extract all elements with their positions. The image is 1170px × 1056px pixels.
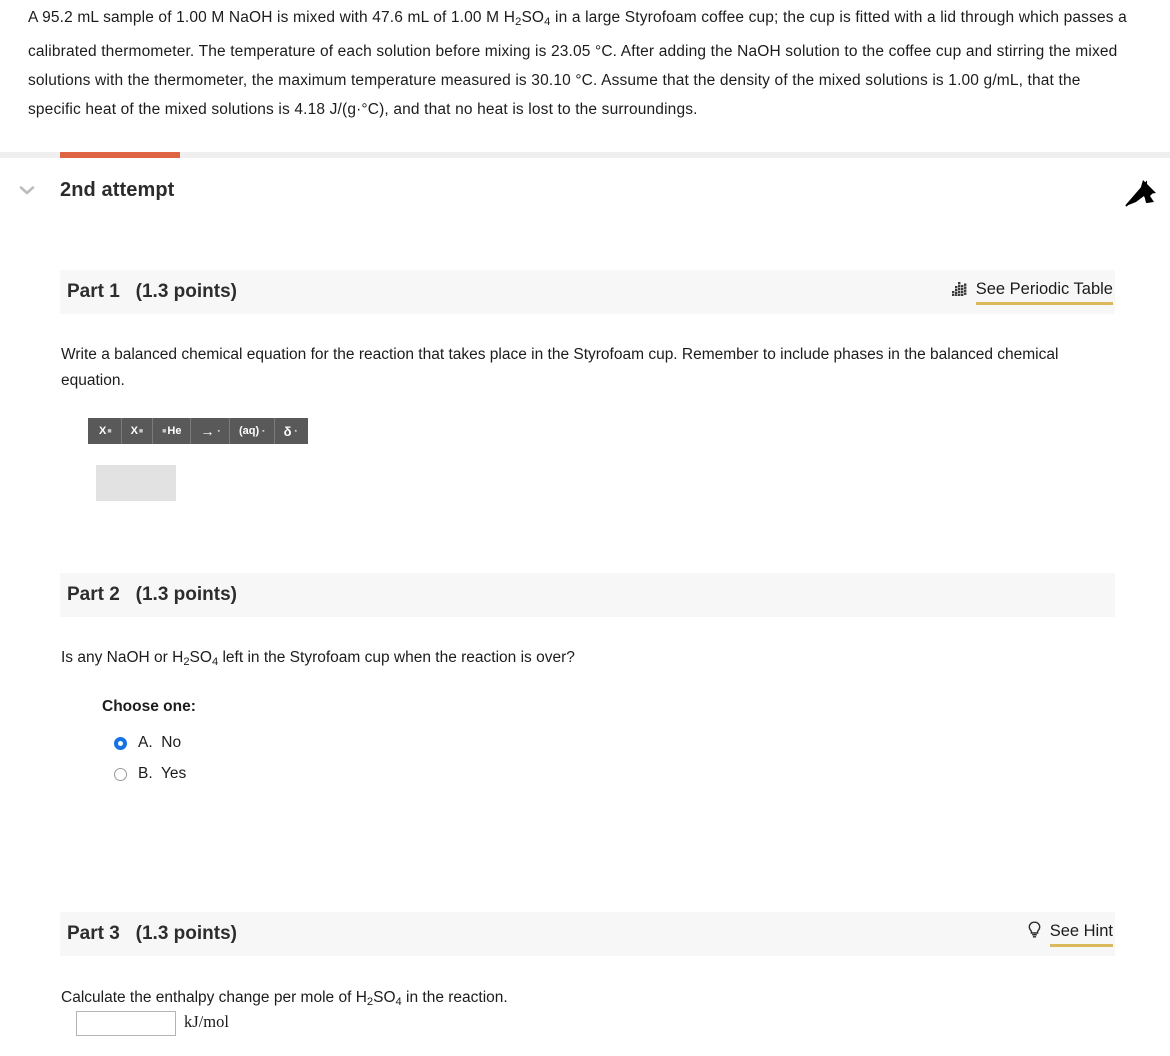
- part-1-question: Write a balanced chemical equation for t…: [61, 346, 1059, 389]
- lightbulb-icon: [1027, 921, 1042, 943]
- part-2-header: Part 2 (1.3 points): [60, 573, 1115, 617]
- isotope-button[interactable]: ■ He: [153, 418, 192, 444]
- radio-option-b[interactable]: B. Yes: [114, 765, 186, 783]
- radio-option-a[interactable]: A. No: [114, 734, 181, 752]
- see-hint-label: See Hint: [1049, 922, 1113, 947]
- subscript-button[interactable]: X ■: [122, 418, 154, 444]
- part-1-header: Part 1 (1.3 points) See Periodic Table: [60, 270, 1115, 314]
- cursor-arrow-icon: [1120, 172, 1162, 214]
- chem-equation-answer-input[interactable]: [96, 465, 176, 501]
- superscript-button[interactable]: X ■: [90, 418, 122, 444]
- part-2-title: Part 2 (1.3 points): [67, 584, 237, 605]
- subscript-button-label: X: [130, 425, 138, 437]
- see-periodic-table-label: See Periodic Table: [975, 280, 1113, 305]
- delta-dropdown-caret-icon: ▪: [294, 427, 297, 435]
- problem-statement: A 95.2 mL sample of 1.00 M NaOH is mixed…: [0, 0, 1170, 124]
- superscript-button-label: X: [99, 425, 107, 437]
- delta-button[interactable]: δ ▪: [275, 418, 306, 444]
- see-hint-link[interactable]: See Hint: [1027, 921, 1113, 947]
- arrow-dropdown-caret-icon: ▪: [217, 427, 220, 435]
- reaction-arrow-label: →: [200, 423, 215, 439]
- problem-text: A 95.2 mL sample of 1.00 M NaOH is mixed…: [28, 9, 1127, 119]
- attempt-title: 2nd attempt: [60, 178, 175, 201]
- isotope-button-label: He: [167, 425, 182, 437]
- part-3-title: Part 3 (1.3 points): [67, 923, 237, 944]
- part-3-header: Part 3 (1.3 points) See Hint: [60, 912, 1115, 956]
- enthalpy-answer-input[interactable]: [76, 1011, 176, 1036]
- see-periodic-table-link[interactable]: See Periodic Table: [951, 280, 1113, 305]
- radio-a-label: A. No: [138, 734, 182, 751]
- superscript-glyph: ■: [107, 427, 112, 435]
- radio-b-control[interactable]: [114, 767, 127, 781]
- part-1-title: Part 1 (1.3 points): [67, 281, 237, 302]
- part-3-question: Calculate the enthalpy change per mole o…: [61, 989, 508, 1009]
- radio-b-label: B. Yes: [138, 765, 187, 782]
- enthalpy-unit-label: kJ/mol: [184, 1012, 229, 1031]
- phase-button-label: (aq): [238, 425, 260, 437]
- phase-button[interactable]: (aq) ▪: [230, 418, 275, 444]
- attempt-header: 2nd attempt: [0, 158, 1170, 222]
- reaction-arrow-button[interactable]: → ▪: [191, 418, 230, 444]
- isotope-glyph: ■: [162, 427, 167, 435]
- chem-equation-toolbar: X ■ X ■ ■ He → ▪ (aq) ▪ δ ▪: [88, 418, 308, 444]
- part-2-question: Is any NaOH or H2SO4 left in the Styrofo…: [61, 649, 575, 669]
- subscript-glyph: ■: [138, 427, 144, 435]
- choose-one-label: Choose one:: [102, 698, 196, 715]
- radio-a-control[interactable]: [114, 736, 127, 750]
- delta-button-label: δ: [283, 423, 292, 439]
- chevron-down-icon[interactable]: [2, 180, 52, 200]
- periodic-table-icon: [951, 281, 968, 301]
- phase-dropdown-caret-icon: ▪: [262, 427, 265, 435]
